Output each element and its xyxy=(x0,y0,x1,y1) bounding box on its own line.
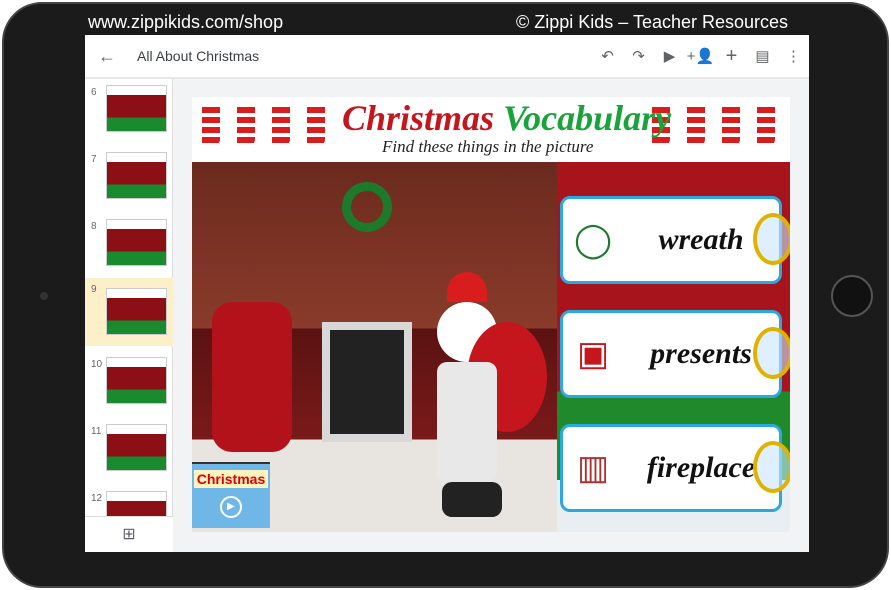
redo-icon[interactable]: ↷ xyxy=(623,47,654,65)
santa-claus xyxy=(427,272,547,522)
slide-number: 8 xyxy=(91,221,97,232)
wreath-decoration xyxy=(342,182,392,232)
slides-app: ← All About Christmas ↶ ↷ ▶ +👤 + ▤ ⋮ 6 7… xyxy=(85,35,809,552)
arrow-left-icon[interactable]: ← xyxy=(85,46,129,67)
magnifier-icon xyxy=(753,213,790,265)
fireplace-icon: ▥ xyxy=(576,449,610,487)
fireplace xyxy=(322,322,412,442)
slide-preview xyxy=(106,85,167,132)
video-label: Christmas xyxy=(194,470,268,488)
divider xyxy=(85,77,809,79)
stocking-decoration xyxy=(722,107,740,147)
stocking-decoration xyxy=(687,107,705,147)
play-icon[interactable]: ▶ xyxy=(220,496,242,518)
slide-thumb-selected[interactable]: 9 xyxy=(85,278,173,346)
slide-number: 6 xyxy=(91,87,97,98)
slide-preview xyxy=(106,219,167,266)
slide-number: 7 xyxy=(91,154,97,165)
slide-canvas: Christmas Vocabulary Find these things i… xyxy=(192,97,790,532)
shop-url: www.zippikids.com/shop xyxy=(88,12,284,32)
slide-number: 11 xyxy=(91,426,102,437)
add-person-icon[interactable]: +👤 xyxy=(685,47,716,65)
title-word: Vocabulary xyxy=(503,98,672,138)
credit-text: © Zippi Kids – Teacher Resources xyxy=(516,12,789,32)
slide-title: Christmas Vocabulary xyxy=(342,97,671,139)
wreath-icon: ◯ xyxy=(573,221,613,259)
slide-thumb[interactable]: 6 xyxy=(85,81,173,149)
vocabulary-panel: ◯ wreath ▣ presents ▥ fireplace xyxy=(557,162,790,532)
slide-preview xyxy=(106,152,167,199)
stocking-decoration xyxy=(757,107,775,147)
play-icon[interactable]: ▶ xyxy=(654,47,685,65)
slide-subtitle: Find these things in the picture xyxy=(382,137,594,156)
vocab-card[interactable]: ▥ fireplace xyxy=(560,424,790,512)
armchair xyxy=(212,302,292,452)
slide-thumb[interactable]: 8 xyxy=(85,215,173,283)
gift-icon: ▣ xyxy=(576,335,610,373)
camera xyxy=(40,292,48,300)
slide-filmstrip: 6 7 8 9 10 11 12 ⊞ xyxy=(85,79,173,552)
vocab-card[interactable]: ◯ wreath xyxy=(560,196,790,284)
slide-thumb[interactable]: 7 xyxy=(85,148,173,216)
stocking-decoration xyxy=(307,107,325,147)
christmas-scene-image: Christmas ▶ xyxy=(192,162,557,532)
plus-icon[interactable]: + xyxy=(716,45,747,68)
stocking-decoration xyxy=(202,107,220,147)
title-word: Christmas xyxy=(342,98,495,138)
video-thumbnail[interactable]: Christmas ▶ xyxy=(192,462,270,528)
stocking-decoration xyxy=(237,107,255,147)
slide-thumb[interactable]: 11 xyxy=(85,420,173,488)
slide-number: 9 xyxy=(91,284,97,295)
comment-icon[interactable]: ▤ xyxy=(747,47,778,65)
slide-preview xyxy=(106,288,167,335)
slide-preview xyxy=(106,357,167,404)
magnifier-icon xyxy=(753,441,790,493)
app-bar: ← All About Christmas ↶ ↷ ▶ +👤 + ▤ ⋮ xyxy=(85,35,809,77)
magnifier-icon xyxy=(753,327,790,379)
home-button[interactable] xyxy=(831,275,873,317)
stocking-decoration xyxy=(272,107,290,147)
slide-number: 12 xyxy=(91,493,103,504)
new-slide-icon[interactable]: ⊞ xyxy=(85,516,173,552)
slide-number: 10 xyxy=(91,359,103,370)
more-vert-icon[interactable]: ⋮ xyxy=(778,47,809,65)
slide-preview xyxy=(106,424,167,471)
vocab-card[interactable]: ▣ presents xyxy=(560,310,790,398)
undo-icon[interactable]: ↶ xyxy=(592,47,623,65)
document-title[interactable]: All About Christmas xyxy=(137,48,592,64)
slide-thumb[interactable]: 10 xyxy=(85,353,173,421)
